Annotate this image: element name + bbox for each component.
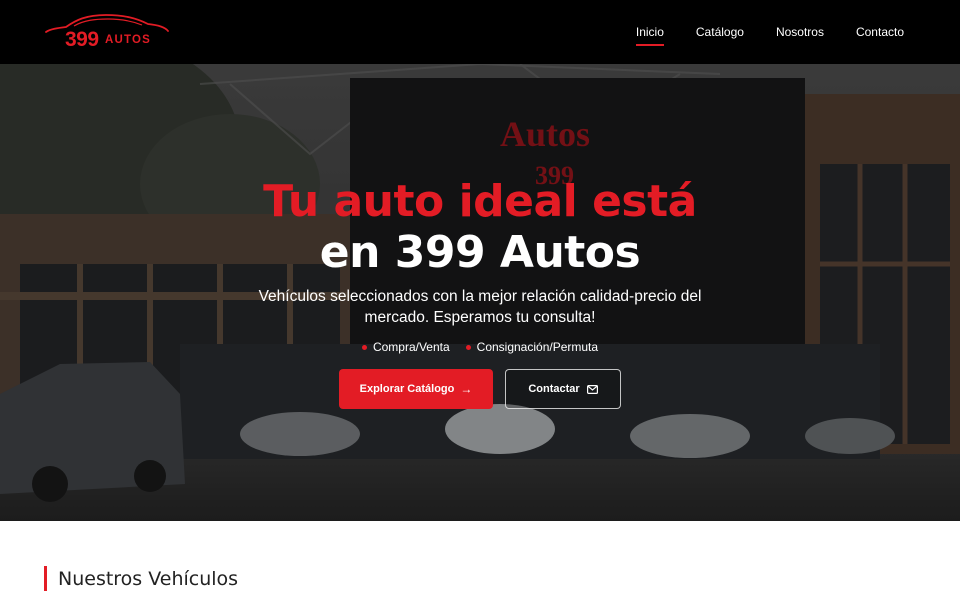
contact-label: Contactar bbox=[528, 383, 580, 395]
hero-section: Autos 399 Tu auto ideal está en 399 Auto… bbox=[0, 64, 960, 521]
nav-link-inicio[interactable]: Inicio bbox=[620, 0, 680, 64]
arrow-right-icon: → bbox=[460, 382, 473, 396]
main-nav: Inicio Catálogo Nosotros Contacto bbox=[620, 0, 920, 64]
bullet-dot-icon bbox=[465, 344, 471, 350]
badge-label: Compra/Venta bbox=[372, 340, 450, 354]
nav-link-nosotros[interactable]: Nosotros bbox=[760, 0, 840, 64]
mail-icon bbox=[586, 384, 598, 394]
contact-button[interactable]: Contactar bbox=[505, 369, 621, 409]
badge-compra-venta: Compra/Venta bbox=[361, 340, 450, 354]
hero-subtitle: Vehículos seleccionados con la mejor rel… bbox=[258, 288, 702, 326]
hero-badges: Compra/Venta Consignación/Permuta bbox=[0, 340, 960, 354]
nav-link-contacto[interactable]: Contacto bbox=[840, 0, 920, 64]
badge-label: Consignación/Permuta bbox=[476, 340, 599, 354]
top-navbar: 399 AUTOS Inicio Catálogo Nosotros Conta… bbox=[0, 0, 960, 64]
logo-word: AUTOS bbox=[105, 34, 152, 46]
vehicles-section-heading: Nuestros Vehículos bbox=[44, 566, 238, 591]
logo-number: 399 bbox=[65, 28, 99, 51]
hero-title-line2: en 399 Autos bbox=[319, 227, 641, 278]
car-silhouette-icon bbox=[45, 14, 169, 33]
badge-consignacion: Consignación/Permuta bbox=[465, 340, 599, 354]
hero-buttons: Explorar Catálogo → Contactar bbox=[0, 369, 960, 409]
explore-catalog-button[interactable]: Explorar Catálogo → bbox=[339, 369, 493, 409]
hero-title: Tu auto ideal está en 399 Autos bbox=[0, 176, 960, 278]
nav-link-catalogo[interactable]: Catálogo bbox=[680, 0, 760, 64]
hero-title-line1: Tu auto ideal está bbox=[263, 176, 697, 227]
brand-logo[interactable]: 399 AUTOS bbox=[44, 8, 170, 56]
explore-catalog-label: Explorar Catálogo bbox=[359, 383, 455, 395]
heading-accent-bar bbox=[44, 566, 47, 591]
vehicles-section-title: Nuestros Vehículos bbox=[58, 567, 239, 590]
bullet-dot-icon bbox=[361, 344, 367, 350]
hero-content: Tu auto ideal está en 399 Autos Vehículo… bbox=[0, 176, 960, 409]
